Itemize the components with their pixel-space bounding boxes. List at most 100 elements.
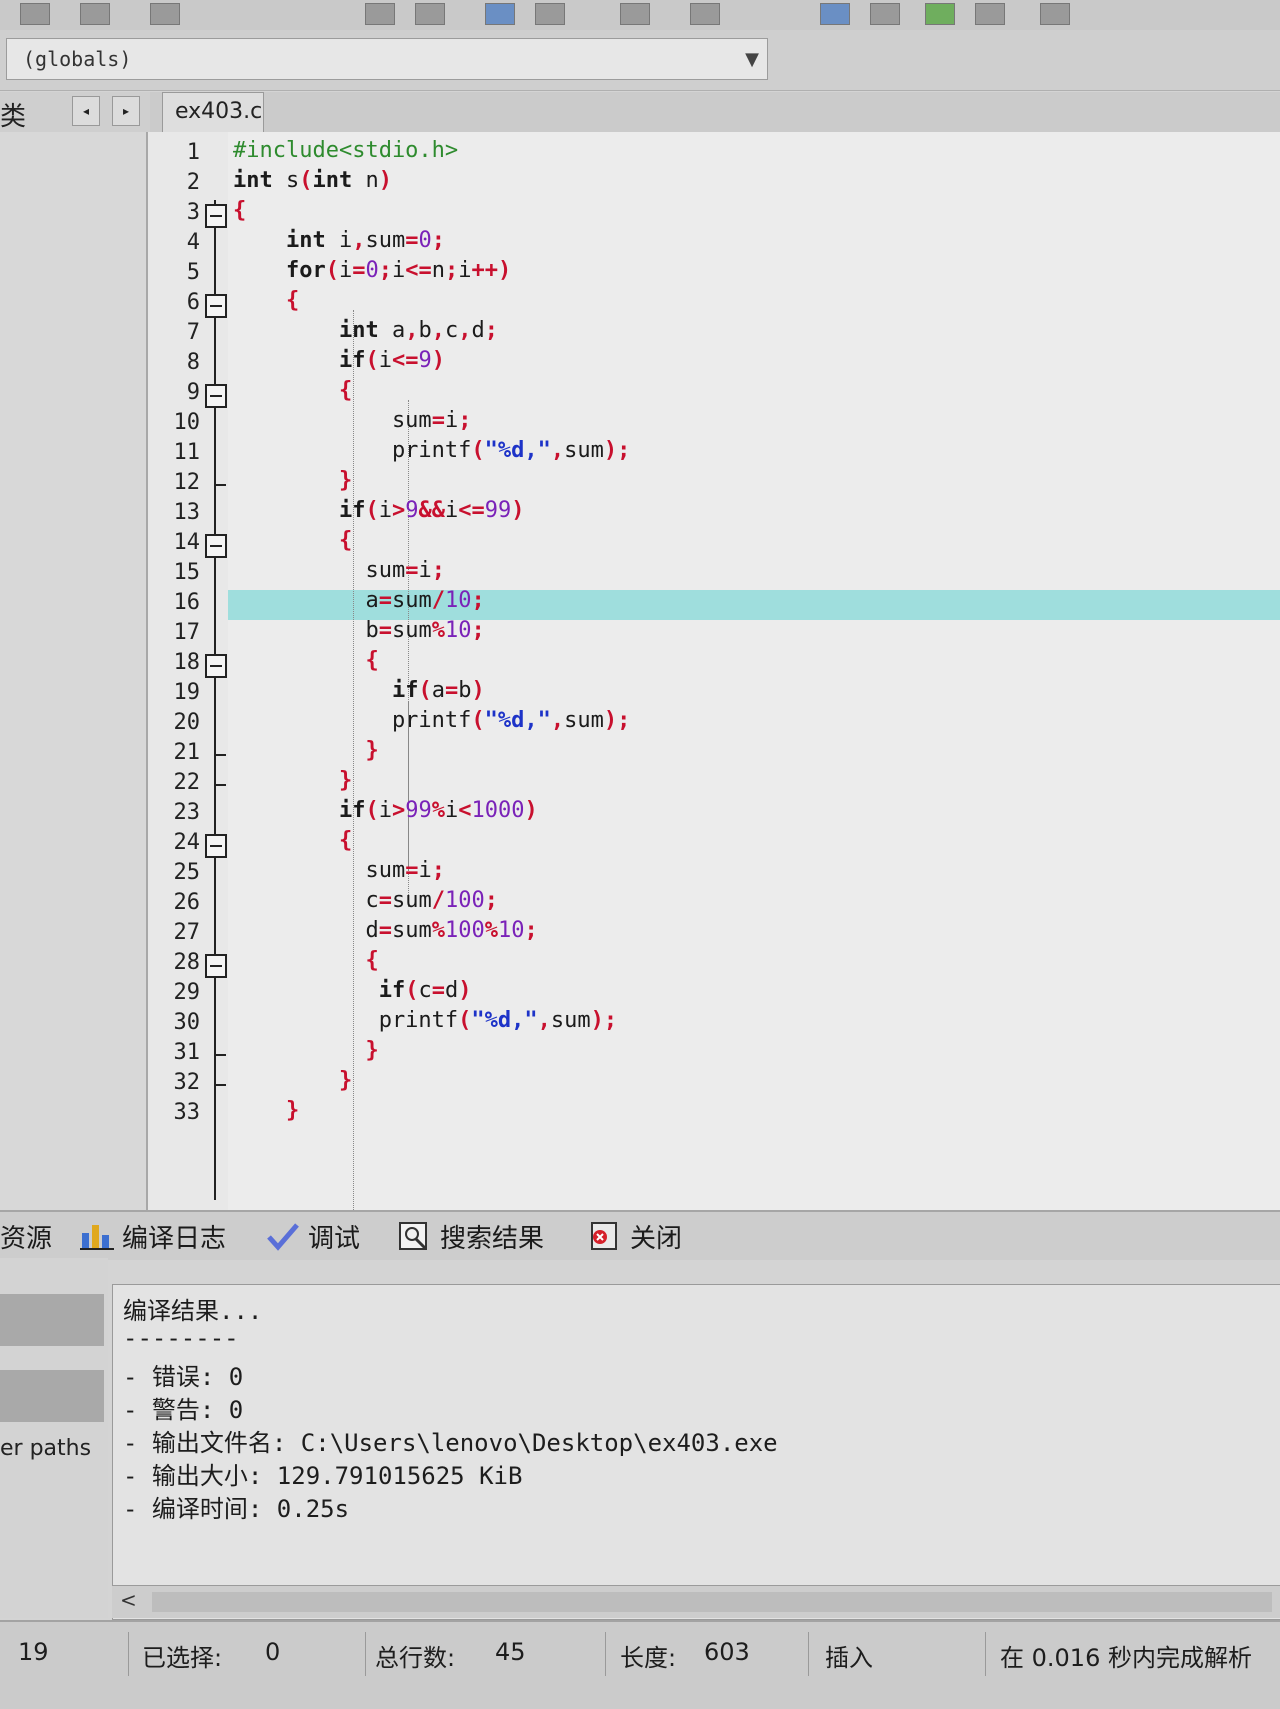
- code-line[interactable]: if(i<=9): [233, 346, 445, 376]
- fold-toggle-icon[interactable]: [205, 294, 227, 318]
- code-line[interactable]: d=sum%100%10;: [233, 916, 538, 946]
- prev-tab-button[interactable]: ◂: [72, 96, 100, 126]
- code-token: %: [431, 798, 445, 823]
- tab-close[interactable]: 关闭: [588, 1218, 682, 1254]
- fold-toggle-icon[interactable]: [205, 834, 227, 858]
- scroll-left-arrow[interactable]: <: [120, 1588, 137, 1612]
- tab-compile-log[interactable]: 编译日志: [80, 1218, 226, 1254]
- compile-log-output[interactable]: 编译结果... -------- - 错误: 0 - 警告: 0 - 输出文件名: C:…: [112, 1284, 1280, 1620]
- tab-ex403[interactable]: ex403.c: [162, 92, 264, 133]
- code-token: b: [458, 678, 472, 703]
- line-number: 12: [173, 470, 201, 495]
- code-line[interactable]: int i,sum=0;: [233, 226, 445, 256]
- code-line[interactable]: {: [233, 826, 352, 856]
- code-line[interactable]: sum=i;: [233, 856, 445, 886]
- scrollbar-thumb[interactable]: [152, 1592, 1272, 1612]
- insert-mode[interactable]: 插入: [825, 1638, 873, 1673]
- code-line[interactable]: if(i>99%i<1000): [233, 796, 538, 826]
- code-token: >: [391, 798, 406, 823]
- code-token: ;: [484, 888, 498, 913]
- window-icon[interactable]: [150, 3, 180, 25]
- code-line[interactable]: #include<stdio.h>: [233, 136, 458, 166]
- fold-toggle-icon[interactable]: [205, 954, 227, 978]
- code-line[interactable]: {: [233, 646, 378, 676]
- code-token: (: [299, 168, 313, 193]
- code-line[interactable]: {: [233, 196, 246, 226]
- tab-search-results[interactable]: 搜索结果: [398, 1218, 544, 1254]
- layout-icon[interactable]: [925, 3, 955, 25]
- total-lines-value: 45: [495, 1638, 526, 1666]
- code-token: sum: [391, 888, 432, 913]
- line-number: 20: [173, 710, 201, 735]
- class-browser-panel[interactable]: [0, 132, 148, 1210]
- code-line[interactable]: if(c=d): [233, 976, 472, 1006]
- code-editor[interactable]: 1 2 3 4 5 6 7 8 9 10 11 12 13 14 15 16 17 18 19 20 21 22 23 24 2…: [148, 132, 1280, 1210]
- tab-label: 关闭: [630, 1224, 683, 1254]
- chevron-down-icon[interactable]: ▼: [745, 49, 759, 70]
- window-icon[interactable]: [485, 3, 515, 25]
- replace-icon[interactable]: [415, 3, 445, 25]
- code-line[interactable]: int a,b,c,d;: [233, 316, 498, 346]
- code-line[interactable]: sum=i;: [233, 406, 472, 436]
- check-icon[interactable]: [1040, 3, 1070, 25]
- layout-icon[interactable]: [820, 3, 850, 25]
- code-token: sum: [233, 408, 432, 433]
- find-icon[interactable]: [365, 3, 395, 25]
- class-browser-label[interactable]: 类: [0, 96, 26, 133]
- scope-bar: (globals) ▼: [0, 30, 1280, 91]
- code-line[interactable]: printf("%d,",sum);: [233, 436, 630, 466]
- code-line[interactable]: {: [233, 526, 352, 556]
- code-line[interactable]: }: [233, 466, 352, 496]
- save-icon[interactable]: [20, 3, 50, 25]
- side-item[interactable]: [0, 1370, 104, 1422]
- code-line[interactable]: printf("%d,",sum);: [233, 1006, 617, 1036]
- code-line[interactable]: printf("%d,",sum);: [233, 706, 630, 736]
- fold-toggle-icon[interactable]: [205, 654, 227, 678]
- code-line[interactable]: {: [233, 946, 378, 976]
- code-line[interactable]: a=sum/10;: [233, 586, 484, 616]
- code-line[interactable]: {: [233, 286, 299, 316]
- code-line[interactable]: for(i=0;i<=n;i++): [233, 256, 511, 286]
- tab-debug[interactable]: 调试: [266, 1218, 360, 1254]
- layout-icon[interactable]: [620, 3, 650, 25]
- layout-icon[interactable]: [535, 3, 565, 25]
- layout-icon[interactable]: [870, 3, 900, 25]
- code-line[interactable]: }: [233, 1096, 299, 1126]
- code-line[interactable]: int s(int n): [233, 166, 392, 196]
- fold-toggle-icon[interactable]: [205, 534, 227, 558]
- print-icon[interactable]: [80, 3, 110, 25]
- selected-label: 已选择:: [142, 1644, 223, 1672]
- line-number: 1: [186, 140, 200, 165]
- code-line[interactable]: {: [233, 376, 352, 406]
- fold-toggle-icon[interactable]: [205, 384, 227, 408]
- horizontal-scrollbar[interactable]: <: [112, 1585, 1280, 1618]
- code-token: n: [431, 258, 445, 283]
- code-token: i: [444, 798, 459, 823]
- line-number: 22: [173, 770, 201, 795]
- line-number: 28: [173, 950, 201, 975]
- layout-icon[interactable]: [690, 3, 720, 25]
- code-line[interactable]: }: [233, 1066, 352, 1096]
- status-line: 19: [18, 1638, 49, 1666]
- code-token: ;: [524, 918, 538, 943]
- code-line[interactable]: }: [233, 766, 352, 796]
- tab-resources[interactable]: 资源: [0, 1218, 52, 1254]
- code-token: #include<stdio.h>: [233, 138, 459, 163]
- code-line[interactable]: }: [233, 736, 378, 766]
- code-line[interactable]: if(a=b): [233, 676, 485, 706]
- side-item[interactable]: [0, 1294, 104, 1346]
- code-line[interactable]: sum=i;: [233, 556, 445, 586]
- code-line[interactable]: }: [233, 1036, 378, 1066]
- next-tab-button[interactable]: ▸: [112, 96, 140, 126]
- code-line[interactable]: if(i>9&&i<=99): [233, 496, 525, 526]
- layout-icon[interactable]: [975, 3, 1005, 25]
- code-line[interactable]: b=sum%10;: [233, 616, 484, 646]
- code-line[interactable]: c=sum/100;: [233, 886, 498, 916]
- fold-toggle-icon[interactable]: [205, 204, 227, 228]
- scope-selector[interactable]: (globals) ▼: [6, 38, 768, 80]
